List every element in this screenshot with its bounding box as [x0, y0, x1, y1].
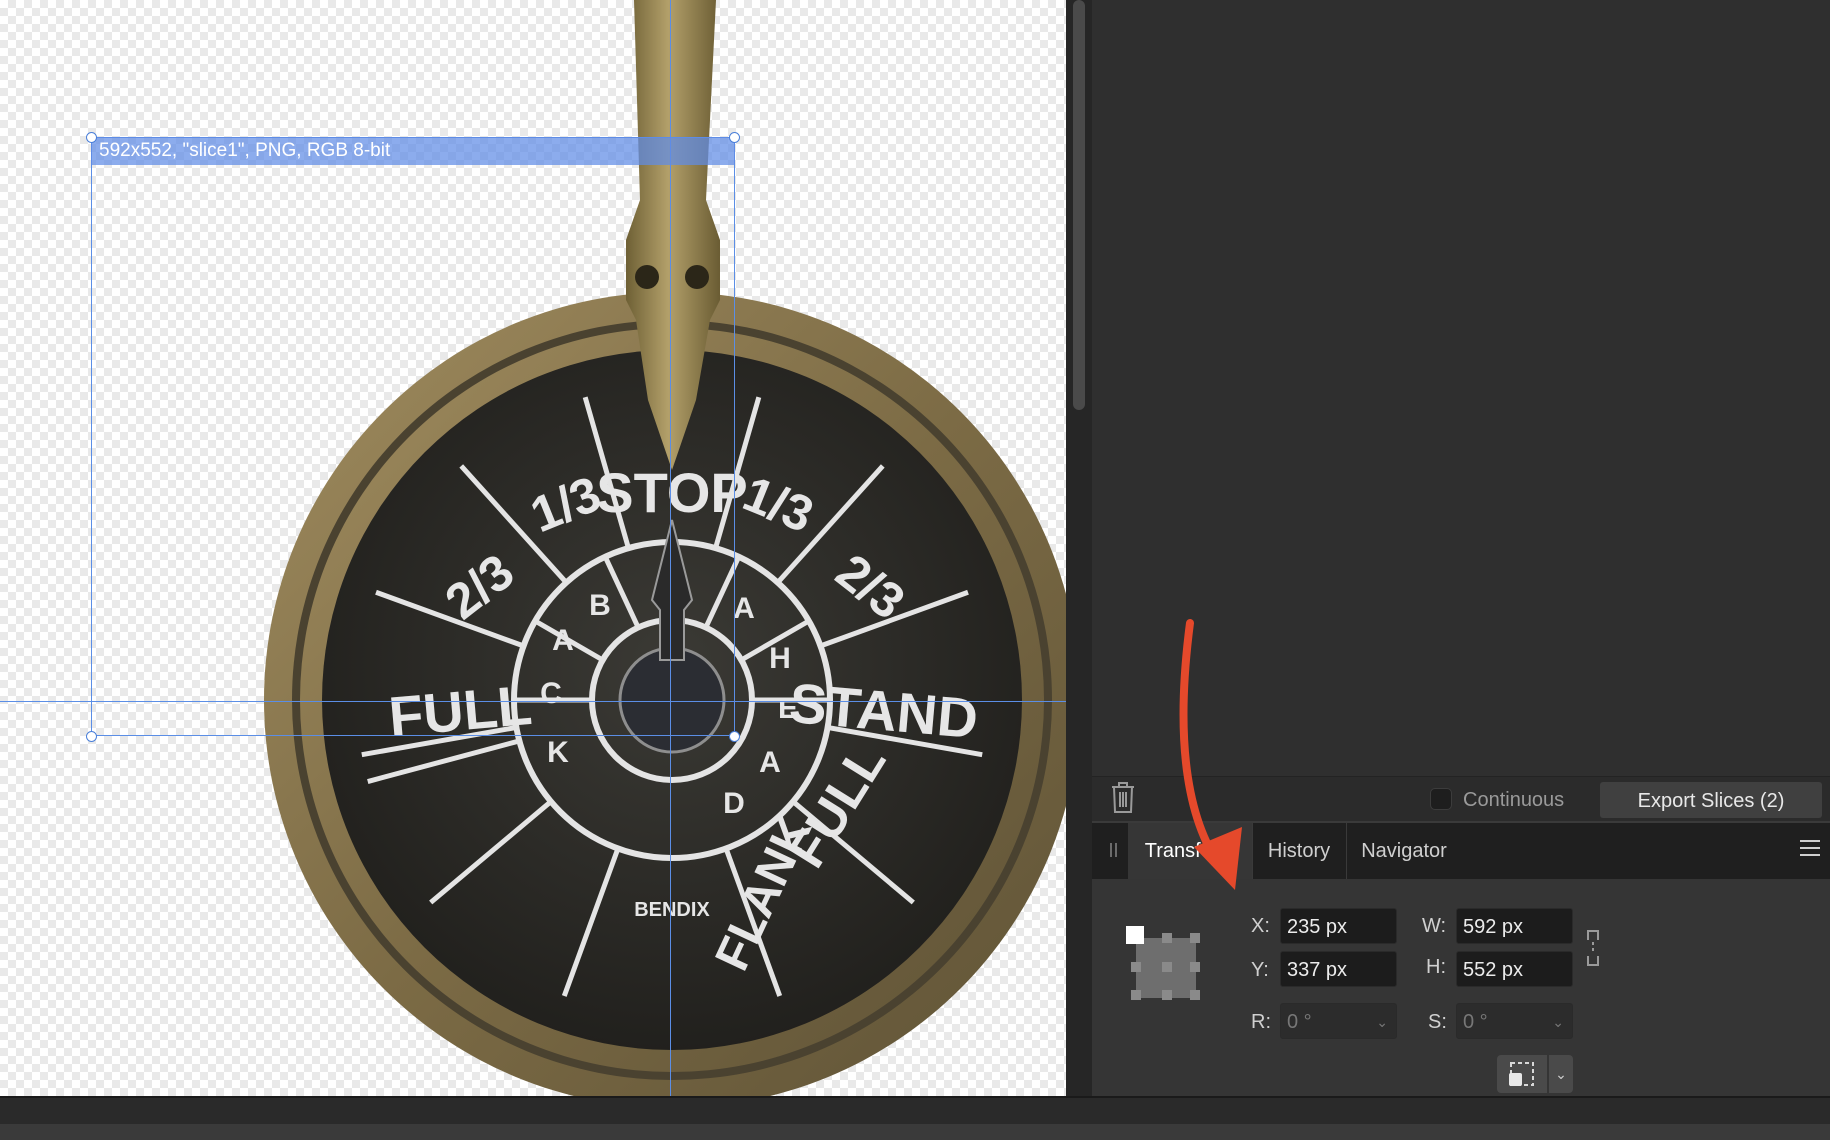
link-icon[interactable] [1586, 928, 1600, 968]
tab-navigator[interactable]: Navigator [1347, 823, 1461, 879]
rotation-field[interactable]: 0 ° ⌄ [1280, 1003, 1397, 1039]
y-field[interactable]: 337 px [1280, 951, 1397, 987]
dial-letter-ahead-a2: A [759, 746, 781, 779]
slice-handle-top-right[interactable] [729, 132, 740, 143]
trash-icon[interactable] [1110, 780, 1136, 814]
continuous-label: Continuous [1463, 789, 1565, 811]
chevron-down-icon[interactable]: ⌄ [1549, 1055, 1573, 1093]
shear-field[interactable]: 0 ° ⌄ [1456, 1003, 1573, 1039]
height-field[interactable]: 552 px [1456, 951, 1573, 987]
r-label: R: [1251, 1011, 1271, 1033]
continuous-checkbox[interactable] [1430, 788, 1452, 810]
document-canvas[interactable]: STOP 1/3 1/3 2/3 2/3 FULL STAND FULL FLA… [0, 0, 1066, 1096]
transform-origin-icon [1509, 1062, 1534, 1086]
export-slices-button[interactable]: Export Slices (2) [1600, 782, 1822, 818]
slice-handle-bottom-left[interactable] [86, 731, 97, 742]
h-label: H: [1426, 956, 1446, 978]
width-field[interactable]: 592 px [1456, 908, 1573, 944]
anchor-point-selector[interactable] [1126, 926, 1206, 1006]
chevron-down-icon[interactable]: ⌄ [1552, 1004, 1564, 1040]
slice-label[interactable]: 592x552, "slice1", PNG, RGB 8-bit [91, 137, 735, 165]
slice-bounding-box[interactable] [91, 137, 735, 736]
transform-origin-button[interactable] [1497, 1055, 1547, 1093]
s-label: S: [1428, 1011, 1447, 1033]
canvas-scrollbar-thumb[interactable] [1073, 0, 1085, 410]
red-arrow-icon [1179, 619, 1242, 890]
dial-letter-ahead-e: E [778, 692, 798, 725]
dial-letter-ahead-a1: A [733, 592, 755, 625]
slice-handle-top-left[interactable] [86, 132, 97, 143]
shear-value: 0 ° [1463, 1011, 1488, 1033]
hamburger-menu-icon[interactable] [1800, 840, 1820, 858]
dial-letter-ahead-d: D [723, 787, 745, 820]
dial-letter-back-k: K [547, 736, 569, 769]
y-label: Y: [1251, 959, 1269, 981]
chevron-down-icon[interactable]: ⌄ [1376, 1004, 1388, 1040]
rotation-value: 0 ° [1287, 1011, 1312, 1033]
slice-handle-bottom-right[interactable] [729, 731, 740, 742]
dial-letter-ahead-h: H [769, 642, 791, 675]
panel-grip-icon[interactable] [1110, 843, 1117, 857]
w-label: W: [1422, 915, 1447, 937]
x-field[interactable]: 235 px [1280, 908, 1397, 944]
dial-brand: BENDIX [634, 899, 710, 921]
status-bar [0, 1096, 1830, 1140]
